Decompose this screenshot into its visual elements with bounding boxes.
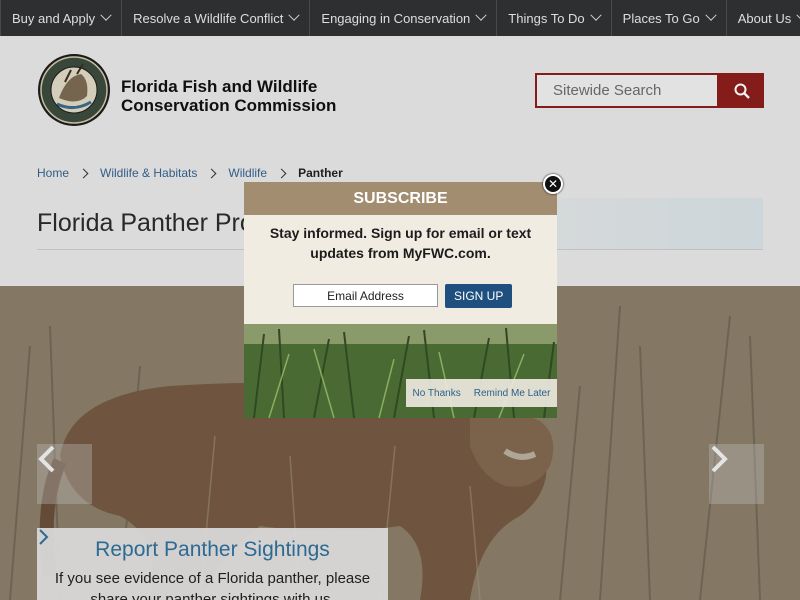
email-placeholder: Email Address xyxy=(327,288,404,303)
sign-up-label: SIGN UP xyxy=(454,289,504,303)
close-glyph: ✕ xyxy=(547,177,559,191)
subscribe-message-line-1: Stay informed. Sign up for email or text xyxy=(269,225,532,241)
modal-dismiss-links: No Thanks Remind Me Later xyxy=(406,379,557,407)
subscribe-title: SUBSCRIBE xyxy=(353,189,448,207)
remind-me-later-link[interactable]: Remind Me Later xyxy=(474,388,551,399)
subscribe-modal-header: SUBSCRIBE xyxy=(244,182,557,215)
no-thanks-link[interactable]: No Thanks xyxy=(413,388,461,399)
sign-up-button[interactable]: SIGN UP xyxy=(445,284,513,308)
close-icon[interactable]: ✕ xyxy=(543,174,563,194)
subscribe-modal: SUBSCRIBE Stay informed. Sign up for ema… xyxy=(244,182,557,418)
email-field[interactable]: Email Address xyxy=(293,284,438,307)
subscribe-message-line-2: updates from MyFWC.com. xyxy=(310,245,491,261)
subscribe-message: Stay informed. Sign up for email or text… xyxy=(244,223,557,263)
subscribe-form: Email Address SIGN UP xyxy=(293,284,513,308)
